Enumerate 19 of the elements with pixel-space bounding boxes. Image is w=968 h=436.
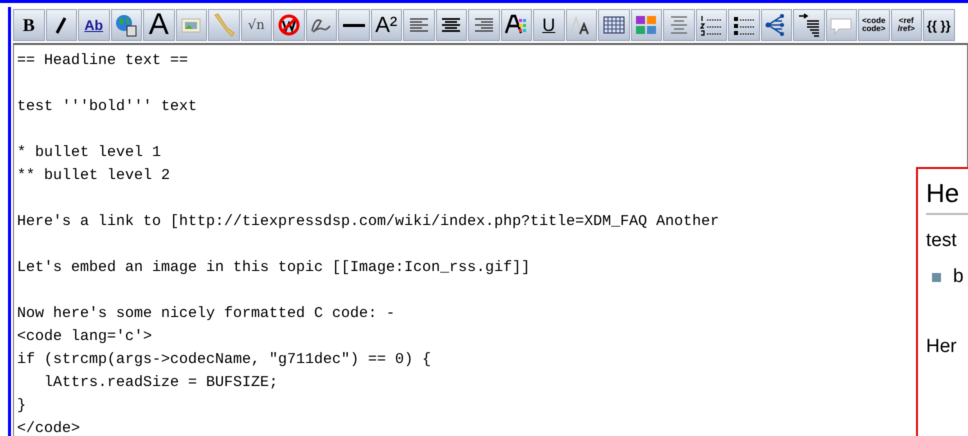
preview-heading: He <box>926 177 968 215</box>
gallery-icon[interactable] <box>634 13 658 37</box>
bold-button[interactable]: B <box>13 9 44 41</box>
globe-icon[interactable] <box>114 13 138 37</box>
indent-icon[interactable] <box>796 13 821 37</box>
underline-button[interactable]: U <box>533 9 564 41</box>
template-button[interactable]: {{ }} <box>923 9 954 41</box>
bullet-icon <box>932 272 941 282</box>
headline-button[interactable]: A <box>143 9 174 41</box>
preview-paragraph: Her <box>926 335 958 359</box>
math-button[interactable]: √n <box>240 9 272 41</box>
numbered-list-icon[interactable] <box>699 13 724 37</box>
superscript-button[interactable]: A² <box>370 9 402 41</box>
ref-button[interactable]: <ref /ref> <box>890 9 922 41</box>
preview-paragraph: test <box>926 229 958 253</box>
link-button[interactable]: Ab <box>78 9 110 41</box>
code-button[interactable]: <code code> <box>858 9 890 41</box>
no-wiki-icon[interactable] <box>276 13 301 37</box>
preview-bullet-text: b <box>953 265 964 289</box>
